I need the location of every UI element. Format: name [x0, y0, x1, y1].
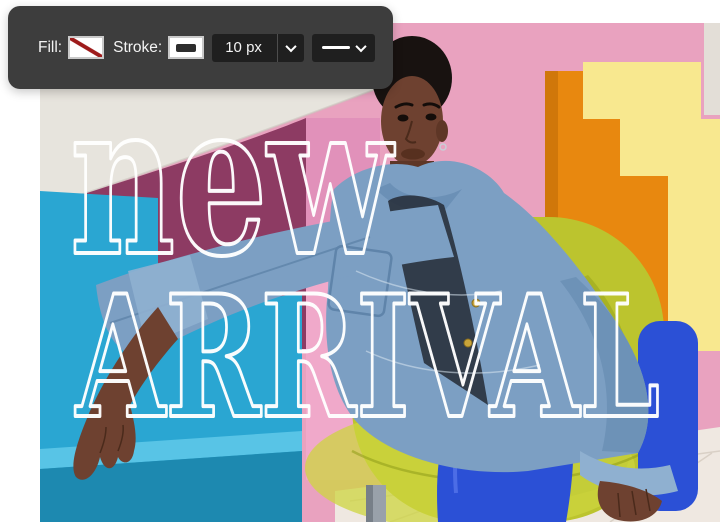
fill-color-swatch[interactable] [68, 36, 105, 59]
stroke-label: Stroke: [113, 38, 163, 56]
canvas-stage: new ARRIVAL Fill: Stroke: 10 px [0, 0, 720, 522]
fill-label: Fill: [38, 38, 63, 56]
chevron-down-icon [278, 40, 304, 52]
solid-line-icon [322, 46, 350, 49]
stroke-style-select[interactable] [312, 33, 376, 62]
chevron-down-icon [350, 40, 374, 52]
properties-toolbar: Fill: Stroke: 10 px [8, 6, 393, 89]
white-wall-edge [704, 23, 720, 115]
artwork-text-line2[interactable]: ARRIVAL [73, 256, 662, 458]
stroke-width-select[interactable]: 10 px [212, 33, 305, 62]
stroke-width-value: 10 px [225, 39, 262, 56]
stroke-color-swatch[interactable] [168, 36, 205, 59]
yellow-stairs [583, 62, 701, 119]
